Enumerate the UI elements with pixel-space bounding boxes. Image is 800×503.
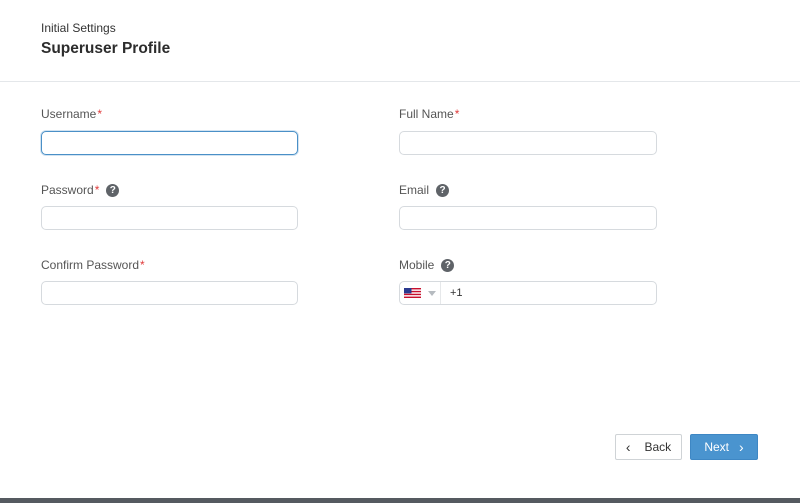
email-label-text: Email — [399, 183, 430, 197]
confirm-password-label: Confirm Password * — [41, 258, 145, 272]
mobile-label-text: Mobile — [399, 258, 435, 272]
full-name-label: Full Name * — [399, 107, 459, 121]
required-asterisk: * — [454, 107, 460, 121]
country-code-dropdown[interactable] — [400, 282, 441, 304]
help-icon[interactable]: ? — [436, 183, 450, 197]
confirm-password-input[interactable] — [41, 281, 298, 305]
password-label-text: Password — [41, 183, 94, 197]
next-button[interactable]: Next › — [690, 434, 758, 460]
chevron-left-icon: ‹ — [625, 439, 631, 455]
bottom-bar — [0, 498, 800, 503]
required-asterisk: * — [140, 258, 145, 272]
dial-code[interactable]: +1 — [441, 287, 463, 299]
username-input[interactable] — [41, 131, 298, 155]
confirm-password-label-text: Confirm Password — [41, 258, 140, 272]
email-input[interactable] — [399, 206, 657, 230]
us-flag-icon — [404, 288, 421, 298]
username-label: Username * — [41, 107, 102, 121]
back-button[interactable]: ‹ Back — [615, 434, 682, 460]
username-label-text: Username — [41, 107, 97, 121]
password-label: Password * ? — [41, 183, 120, 197]
next-button-label: Next — [704, 440, 729, 454]
page-title: Superuser Profile — [41, 40, 171, 57]
page-header: Initial Settings Superuser Profile — [0, 0, 800, 82]
password-input[interactable] — [41, 206, 298, 230]
help-icon[interactable]: ? — [441, 258, 455, 272]
back-button-label: Back — [644, 440, 672, 454]
help-icon[interactable]: ? — [106, 183, 120, 197]
breadcrumb: Initial Settings — [41, 21, 116, 35]
required-asterisk: * — [97, 107, 103, 121]
required-asterisk: * — [94, 183, 100, 197]
mobile-phone-field[interactable]: +1 — [399, 281, 657, 305]
email-label: Email ? — [399, 183, 450, 197]
mobile-label: Mobile ? — [399, 258, 455, 272]
chevron-right-icon: › — [739, 439, 744, 455]
chevron-down-icon — [428, 290, 436, 296]
full-name-label-text: Full Name — [399, 107, 454, 121]
full-name-input[interactable] — [399, 131, 657, 155]
